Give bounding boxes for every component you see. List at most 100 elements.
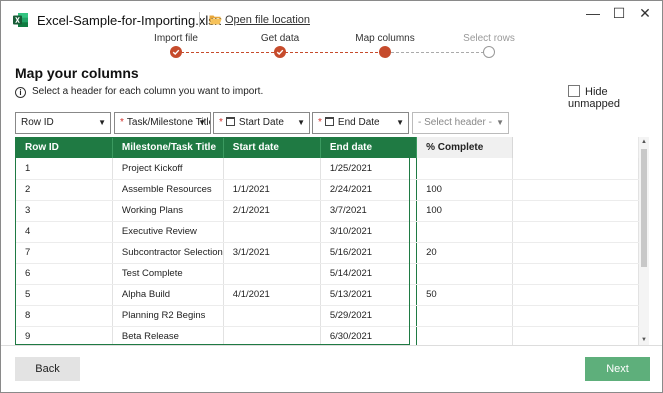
- maximize-button[interactable]: ☐: [611, 5, 627, 21]
- required-marker: *: [318, 117, 322, 128]
- cell-end-date: 3/7/2021: [320, 200, 418, 222]
- table-row: 8 Planning R2 Begins 5/29/2021: [16, 305, 639, 327]
- title-divider: [199, 12, 200, 27]
- cell-start-date: [223, 326, 321, 345]
- cell-end-date: 2/24/2021: [320, 179, 418, 201]
- required-marker: *: [120, 117, 124, 128]
- chevron-down-icon: ▼: [496, 118, 504, 127]
- table-header-row: Row ID Milestone/Task Title Start date E…: [16, 137, 639, 158]
- select-placeholder: - Select header -: [418, 117, 492, 128]
- page-title: Map your columns: [15, 65, 139, 81]
- hide-unmapped-checkbox[interactable]: [568, 85, 580, 97]
- cell-start-date: 2/1/2021: [223, 200, 321, 222]
- next-button[interactable]: Next: [585, 357, 650, 381]
- step-pending-indicator: [483, 46, 495, 58]
- cell-start-date: [223, 305, 321, 327]
- table-row: 7 Subcontractor Selection 3/1/2021 5/16/202…: [16, 242, 639, 264]
- chevron-down-icon: ▼: [297, 118, 305, 127]
- cell-percent-complete: 100: [416, 179, 514, 201]
- cell-row-id: 6: [16, 263, 113, 285]
- cell-task-title: Working Plans: [112, 200, 224, 222]
- cell-empty: [512, 284, 639, 306]
- info-row: i Select a header for each column you wan…: [15, 86, 263, 98]
- cell-start-date: [223, 158, 321, 180]
- cell-row-id: 4: [16, 221, 113, 243]
- cell-empty: [512, 200, 639, 222]
- cell-start-date: [223, 221, 321, 243]
- data-table: Row ID Milestone/Task Title Start date E…: [16, 137, 639, 345]
- minimize-button[interactable]: —: [585, 5, 601, 21]
- calendar-icon: [324, 117, 334, 126]
- step-connector: [181, 52, 279, 53]
- cell-task-title: Subcontractor Selection: [112, 242, 224, 264]
- back-button[interactable]: Back: [15, 357, 80, 381]
- table-row: 4 Executive Review 3/10/2021: [16, 221, 639, 243]
- cell-start-date: [223, 263, 321, 285]
- chevron-down-icon: ▼: [198, 118, 206, 127]
- cell-empty: [512, 158, 639, 180]
- table-row: 6 Test Complete 5/14/2021: [16, 263, 639, 285]
- cell-percent-complete: 20: [416, 242, 514, 264]
- cell-start-date: 1/1/2021: [223, 179, 321, 201]
- chevron-down-icon: ▼: [396, 118, 404, 127]
- cell-row-id: 1: [16, 158, 113, 180]
- step-current-indicator: [379, 46, 391, 58]
- column-header-percent-complete: % Complete: [416, 137, 514, 158]
- header-select-start-date[interactable]: * Start Date ▼: [213, 112, 310, 134]
- cell-end-date: 5/16/2021: [320, 242, 418, 264]
- open-file-location-link[interactable]: Open file location: [225, 14, 310, 26]
- header-select-end-date[interactable]: * End Date ▼: [312, 112, 409, 134]
- cell-end-date: 6/30/2021: [320, 326, 418, 345]
- select-value: Row ID: [21, 117, 54, 128]
- cell-row-id: 9: [16, 326, 113, 345]
- chevron-down-icon: ▼: [98, 118, 106, 127]
- calendar-icon: [225, 117, 235, 126]
- step-label-map-columns: Map columns: [355, 33, 415, 44]
- table-row: 2 Assemble Resources 1/1/2021 2/24/2021 100: [16, 179, 639, 201]
- cell-percent-complete: [416, 305, 514, 327]
- table-row: 9 Beta Release 6/30/2021: [16, 326, 639, 345]
- cell-empty: [512, 242, 639, 264]
- cell-percent-complete: 100: [416, 200, 514, 222]
- cell-row-id: 5: [16, 284, 113, 306]
- cell-start-date: 3/1/2021: [223, 242, 321, 264]
- column-header-start-date: Start date: [223, 137, 321, 158]
- cell-row-id: 3: [16, 200, 113, 222]
- step-done-icon: [170, 46, 182, 58]
- header-select-row-id[interactable]: Row ID ▼: [15, 112, 111, 134]
- column-header-task-title: Milestone/Task Title: [112, 137, 224, 158]
- cell-start-date: 4/1/2021: [223, 284, 321, 306]
- scroll-down-icon[interactable]: ▼: [639, 335, 649, 345]
- file-title: Excel-Sample-for-Importing.xlsx: [37, 13, 222, 28]
- column-header-row-id: Row ID: [16, 137, 113, 158]
- close-button[interactable]: ✕: [637, 5, 653, 21]
- step-label-import-file: Import file: [154, 33, 198, 44]
- scroll-up-icon[interactable]: ▲: [639, 137, 649, 147]
- info-text: Select a header for each column you want…: [32, 86, 264, 97]
- cell-end-date: 5/13/2021: [320, 284, 418, 306]
- hide-unmapped-toggle[interactable]: Hide unmapped: [568, 85, 662, 110]
- cell-end-date: 5/29/2021: [320, 305, 418, 327]
- cell-task-title: Alpha Build: [112, 284, 224, 306]
- select-value: End Date: [337, 117, 380, 128]
- step-label-select-rows: Select rows: [463, 33, 515, 44]
- cell-end-date: 1/25/2021: [320, 158, 418, 180]
- scrollbar-thumb[interactable]: [641, 149, 647, 267]
- cell-row-id: 8: [16, 305, 113, 327]
- cell-empty: [512, 221, 639, 243]
- cell-task-title: Assemble Resources: [112, 179, 224, 201]
- step-connector: [285, 52, 378, 53]
- column-header-empty: [512, 137, 639, 158]
- table-row: 5 Alpha Build 4/1/2021 5/13/2021 50: [16, 284, 639, 306]
- cell-task-title: Test Complete: [112, 263, 224, 285]
- cell-task-title: Executive Review: [112, 221, 224, 243]
- import-dialog: Excel-Sample-for-Importing.xlsx Open fil…: [0, 0, 663, 393]
- cell-end-date: 3/10/2021: [320, 221, 418, 243]
- table-body: 1 Project Kickoff 1/25/2021 2 Assemble Resou…: [16, 158, 639, 345]
- header-select-task-title[interactable]: * Task/Milestone Title ▼: [114, 112, 211, 134]
- vertical-scrollbar[interactable]: ▲ ▼: [639, 137, 649, 345]
- cell-empty: [512, 326, 639, 345]
- header-select-unmapped[interactable]: - Select header - ▼: [412, 112, 509, 134]
- cell-empty: [512, 263, 639, 285]
- folder-open-icon[interactable]: [209, 14, 222, 25]
